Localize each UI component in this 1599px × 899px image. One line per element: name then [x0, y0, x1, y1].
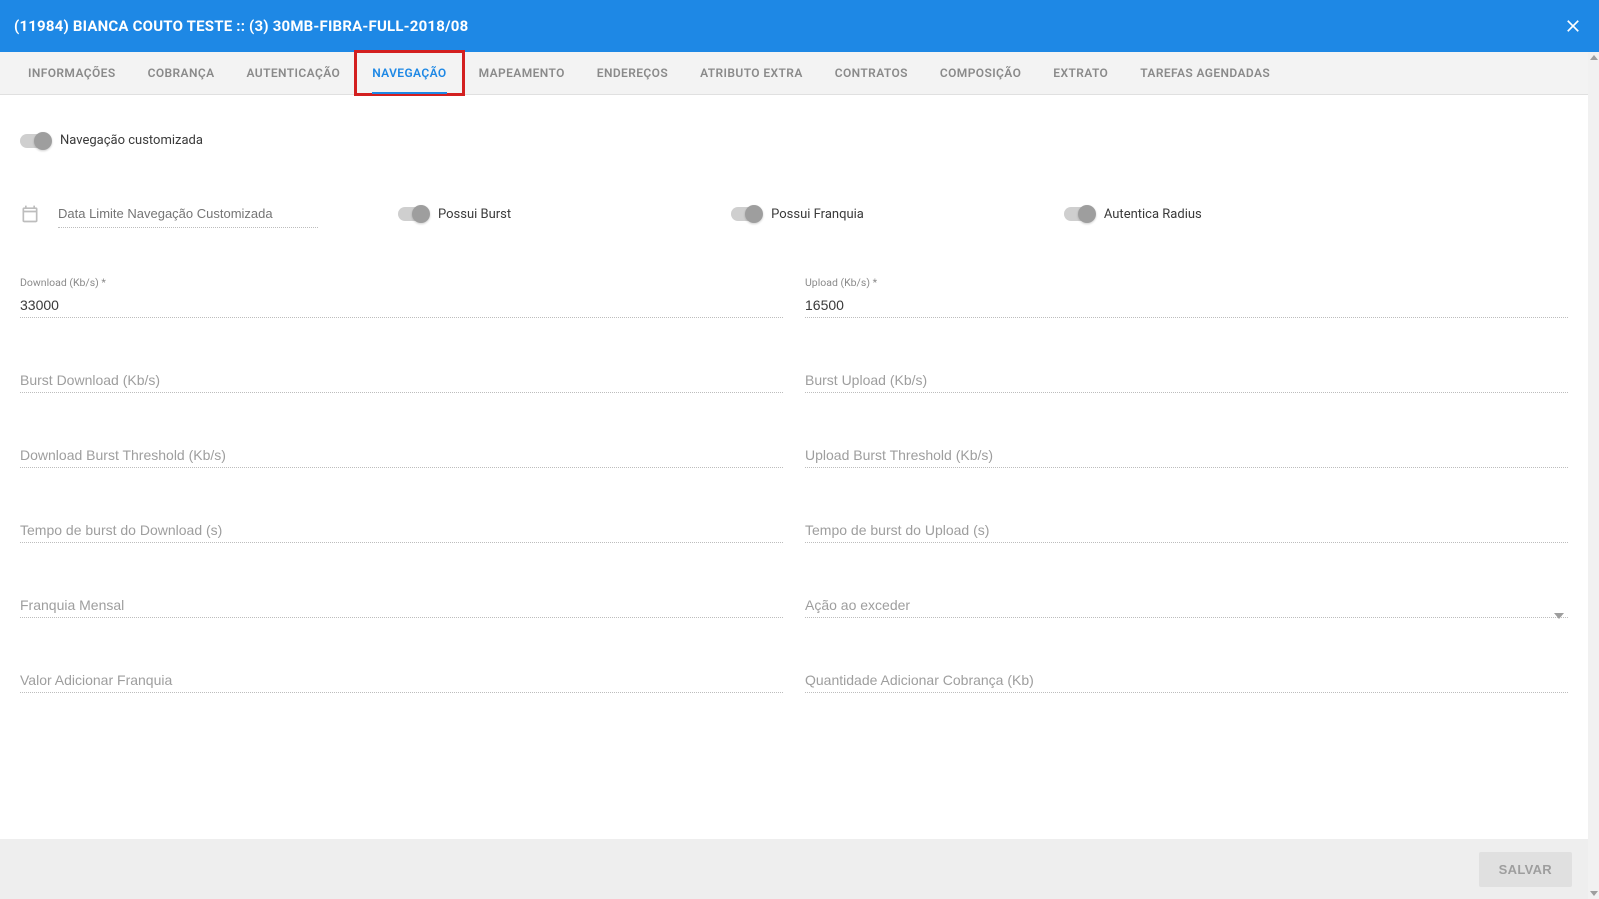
tab-bar: INFORMAÇÕES COBRANÇA AUTENTICAÇÃO NAVEGA… [0, 52, 1588, 95]
field-tempo-burst-ul [805, 516, 1568, 543]
field-download: Download (Kb/s) * [20, 276, 783, 318]
input-burst-upload[interactable] [805, 366, 1568, 393]
tab-extrato[interactable]: EXTRATO [1037, 52, 1124, 94]
toggle-possui-burst[interactable] [398, 207, 428, 221]
form-grid: Download (Kb/s) * Upload (Kb/s) * [20, 276, 1568, 693]
select-acao-exceder[interactable] [805, 591, 1568, 618]
input-dl-burst-threshold[interactable] [20, 441, 783, 468]
field-acao-exceder [805, 591, 1568, 618]
input-upload[interactable] [805, 291, 1568, 318]
tab-informacoes[interactable]: INFORMAÇÕES [12, 52, 132, 94]
content-area: INFORMAÇÕES COBRANÇA AUTENTICAÇÃO NAVEGA… [0, 52, 1588, 899]
input-tempo-burst-dl[interactable] [20, 516, 783, 543]
tab-mapeamento[interactable]: MAPEAMENTO [463, 52, 581, 94]
field-dl-burst-threshold [20, 441, 783, 468]
save-button[interactable]: SALVAR [1479, 852, 1572, 887]
date-limit-input[interactable] [58, 200, 318, 228]
dialog-title: (11984) BIANCA COUTO TESTE :: (3) 30MB-F… [14, 17, 1561, 35]
field-quantidade-adicionar-cobranca [805, 666, 1568, 693]
scroll-up-icon[interactable] [1590, 55, 1598, 60]
toggle-possui-franquia[interactable] [731, 207, 761, 221]
row-possui-burst: Possui Burst [398, 207, 511, 222]
field-upload: Upload (Kb/s) * [805, 276, 1568, 318]
tab-composicao[interactable]: COMPOSIÇÃO [924, 52, 1037, 94]
input-franquia-mensal[interactable] [20, 591, 783, 618]
row-settings: Possui Burst Possui Franquia Autentica R… [20, 200, 1568, 228]
close-icon[interactable] [1561, 14, 1585, 38]
tab-cobranca[interactable]: COBRANÇA [132, 52, 231, 94]
input-download[interactable] [20, 291, 783, 318]
input-tempo-burst-ul[interactable] [805, 516, 1568, 543]
tab-autenticacao[interactable]: AUTENTICAÇÃO [231, 52, 357, 94]
field-tempo-burst-dl [20, 516, 783, 543]
field-ul-burst-threshold [805, 441, 1568, 468]
caret-down-icon [1554, 604, 1564, 610]
tab-enderecos[interactable]: ENDEREÇOS [581, 52, 684, 94]
field-burst-download [20, 366, 783, 393]
input-burst-download[interactable] [20, 366, 783, 393]
toggle-possui-franquia-label: Possui Franquia [771, 207, 864, 222]
calendar-icon [20, 204, 40, 224]
dialog-footer: SALVAR [0, 839, 1588, 899]
label-upload: Upload (Kb/s) * [805, 276, 1568, 289]
field-burst-upload [805, 366, 1568, 393]
input-ul-burst-threshold[interactable] [805, 441, 1568, 468]
toggle-custom-nav-label: Navegação customizada [60, 133, 203, 148]
tab-atributo-extra[interactable]: ATRIBUTO EXTRA [684, 52, 819, 94]
toggle-possui-burst-label: Possui Burst [438, 207, 511, 222]
tab-navegacao[interactable]: NAVEGAÇÃO [356, 52, 462, 94]
row-custom-nav: Navegação customizada [20, 133, 1568, 148]
toggle-autentica-radius[interactable] [1064, 207, 1094, 221]
scrollbar-vertical[interactable] [1588, 52, 1599, 899]
dialog-header: (11984) BIANCA COUTO TESTE :: (3) 30MB-F… [0, 0, 1599, 52]
input-quantidade-adicionar-cobranca[interactable] [805, 666, 1568, 693]
form-area: Navegação customizada Possui Burst Possu… [0, 95, 1588, 839]
toggle-custom-nav[interactable] [20, 134, 50, 148]
row-autentica-radius: Autentica Radius [1064, 207, 1202, 222]
scroll-down-icon[interactable] [1590, 891, 1598, 896]
tab-tarefas-agendadas[interactable]: TAREFAS AGENDADAS [1124, 52, 1286, 94]
tab-contratos[interactable]: CONTRATOS [819, 52, 924, 94]
label-download: Download (Kb/s) * [20, 276, 783, 289]
field-valor-adicionar-franquia [20, 666, 783, 693]
toggle-autentica-radius-label: Autentica Radius [1104, 207, 1202, 222]
row-possui-franquia: Possui Franquia [731, 207, 864, 222]
field-franquia-mensal [20, 591, 783, 618]
date-field-wrap [20, 200, 318, 228]
input-valor-adicionar-franquia[interactable] [20, 666, 783, 693]
